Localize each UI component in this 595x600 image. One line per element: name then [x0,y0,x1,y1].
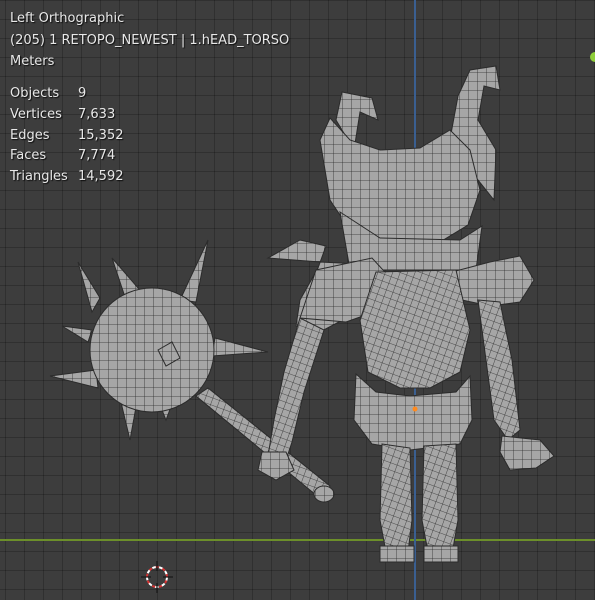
gizmo-y-axis-dot-icon[interactable] [590,52,595,62]
stat-triangles: Triangles 14,592 [10,167,124,188]
stat-label: Edges [10,127,50,143]
stat-value: 15,352 [78,127,124,143]
stat-vertices: Vertices 7,633 [10,105,124,126]
stat-label: Faces [10,148,47,164]
stat-label: Objects [10,86,60,101]
scene-statistics: Objects 9 Vertices 7,633 Edges 15,352 Fa… [10,84,124,188]
unit-system: Meters [10,54,55,69]
stat-value: 7,633 [78,106,116,122]
view-name: Left Orthographic [10,11,125,26]
active-collection-object: (205) 1 RETOPO_NEWEST | 1.hEAD_TORSO [10,32,290,48]
stat-label: Vertices [10,106,62,122]
viewport-info-overlay: Left Orthographic (205) 1 RETOPO_NEWEST … [10,8,289,73]
stat-edges: Edges 15,352 [10,126,124,147]
stat-value: 9 [78,86,87,101]
3d-viewport[interactable]: Left Orthographic (205) 1 RETOPO_NEWEST … [0,0,595,600]
stat-value: 14,592 [78,169,124,185]
stat-objects: Objects 9 [10,84,124,105]
stat-faces: Faces 7,774 [10,146,124,167]
stat-value: 7,774 [78,148,116,164]
stat-label: Triangles [10,169,68,185]
